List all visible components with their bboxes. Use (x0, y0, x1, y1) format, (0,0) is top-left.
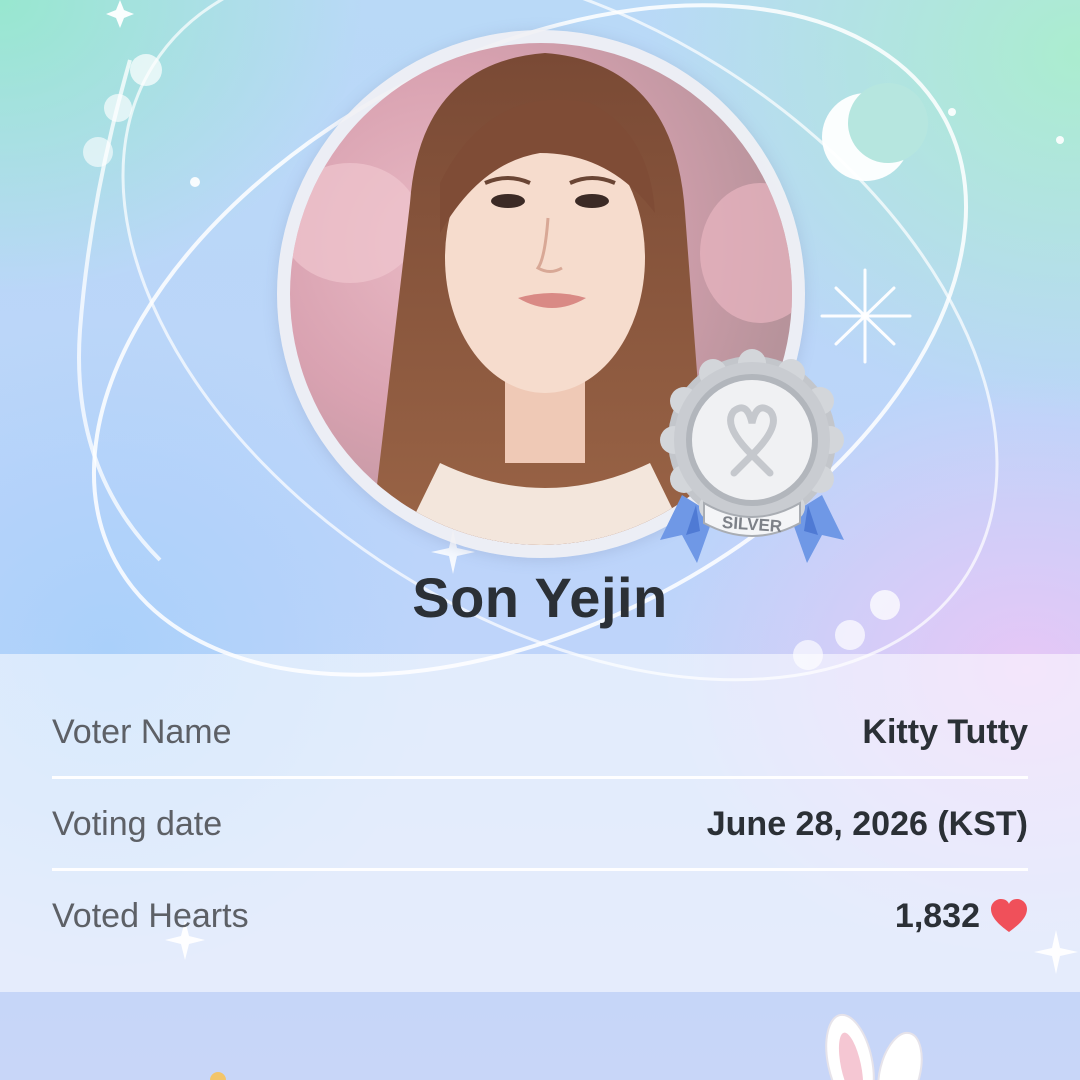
voter-name-row: Voter Name Kitty Tutty (52, 686, 1028, 778)
voted-hearts-count: 1,832 (894, 896, 980, 935)
voted-hearts-label: Voted Hearts (52, 896, 249, 935)
vote-details-panel: Voter Name Kitty Tutty Voting date June … (0, 654, 1080, 992)
voting-date-label: Voting date (52, 804, 223, 843)
voted-hearts-value: 1,832 (895, 897, 1028, 936)
heart-icon (991, 899, 1027, 932)
voter-name-label: Voter Name (52, 712, 232, 751)
silver-badge: SILVER (660, 349, 844, 563)
voting-date-row: Voting date June 28, 2026 (KST) (52, 778, 1028, 870)
moon-icon (822, 83, 928, 181)
voted-hearts-row: Voted Hearts 1,832 (52, 870, 1028, 962)
artist-name: Son Yejin (412, 566, 668, 629)
voter-name-value: Kitty Tutty (862, 712, 1028, 751)
voting-date-value: June 28, 2026 (KST) (706, 804, 1028, 843)
bottom-decoration (210, 1013, 923, 1080)
